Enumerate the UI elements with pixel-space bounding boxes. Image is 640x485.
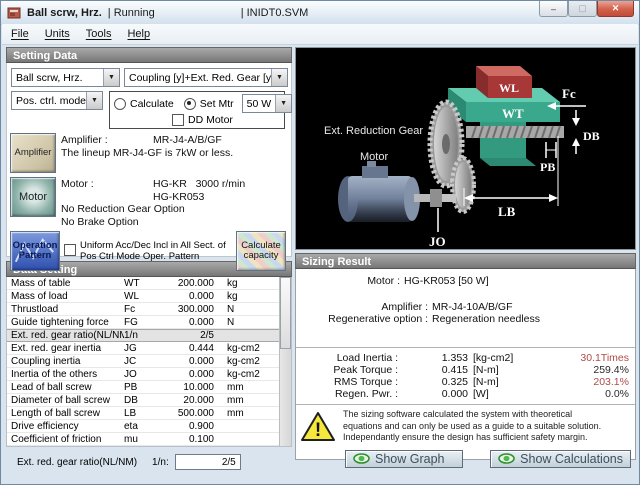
calculate-capacity-button[interactable]: Calculate capacity (236, 231, 286, 271)
control-mode-dropdown[interactable]: Pos. ctrl. mode ▼ (11, 91, 103, 110)
app-window: Ball scrw, Hrz. | Running | INIDT0.SVM –… (0, 0, 640, 485)
menu-item[interactable]: Help (127, 28, 150, 40)
menu-item[interactable]: Tools (86, 28, 112, 40)
label-wt: WT (502, 106, 524, 121)
setting-data-body: Ball scrw, Hrz. ▼ Coupling [y]+Ext. Red.… (6, 63, 292, 257)
label-db: DB (583, 129, 600, 143)
gear-ratio-edit-symbol: 1/n: (152, 457, 169, 468)
dd-motor-checkbox[interactable] (172, 114, 184, 126)
table-row[interactable]: Lead of ball screw PB 10.000 mm (7, 381, 291, 394)
table-row[interactable]: Length of ball screw LB 500.000 mm (7, 407, 291, 420)
chevron-down-icon[interactable]: ▼ (271, 69, 287, 86)
sizing-result-body: Motor : HG-KR053 [50 W] Amplifier : MR-J… (295, 269, 636, 460)
warning-icon: ! (300, 411, 336, 442)
capacity-dropdown[interactable]: 50 W ▼ (242, 94, 293, 113)
gear-ratio-edit-label: Ext. red. gear ratio(NL/NM) (17, 457, 137, 468)
data-setting-table: Mass of table WT 200.000 kg Mass of load… (6, 277, 292, 447)
maximize-button[interactable]: ▢ (568, 1, 597, 17)
sizing-value-row: RMS Torque : 0.325 [N-m] 203.1% (296, 376, 635, 388)
amplifier-note: The lineup MR-J4-GF is 7kW or less. (61, 147, 233, 160)
menu-bar: File Units Tools Help (2, 24, 638, 45)
window-title: Ball scrw, Hrz. (27, 7, 102, 19)
warning-area: ! The sizing software calculated the sys… (296, 405, 635, 446)
amplifier-button[interactable]: Amplifier (10, 133, 56, 173)
label-fc: Fc (562, 86, 576, 101)
svg-text:!: ! (315, 420, 321, 441)
label-jo: JO (429, 234, 446, 249)
label-ext-reduction-gear: Ext. Reduction Gear (324, 125, 423, 137)
warning-text: The sizing software calculated the syste… (343, 409, 601, 444)
motor-info: Motor : HG-KR 3000 r/min HG-KR053 No Red… (61, 177, 245, 228)
ratio-value: 259.4% (559, 364, 635, 376)
menu-item[interactable]: Units (45, 28, 70, 40)
window-status: | Running (108, 7, 155, 19)
label-motor: Motor (360, 151, 388, 163)
setting-panel: Setting Data Ball scrw, Hrz. ▼ Coupling … (6, 47, 292, 459)
mechanism-diagram: Ext. Reduction Gear Motor WL WT Fc DB PB… (295, 47, 636, 250)
table-scrollbar[interactable] (279, 277, 291, 446)
table-row[interactable]: Mass of load WL 0.000 kg (7, 290, 291, 303)
sizing-value-row: Load Inertia : 1.353 [kg-cm2] 30.1Times (296, 352, 635, 364)
motor-note-1: No Reduction Gear Option (61, 203, 245, 216)
table-row[interactable]: Guide tightening force FG 0.000 N (7, 316, 291, 329)
motor-model: HG-KR053 (61, 191, 245, 204)
table-row[interactable]: Inertia of the others JO 0.000 kg-cm2 (7, 368, 291, 381)
result-regenerative-option: Regeneration needless (428, 313, 540, 325)
title-bar[interactable]: Ball scrw, Hrz. | Running | INIDT0.SVM –… (1, 1, 639, 25)
label-lb: LB (498, 204, 516, 219)
show-calculations-button[interactable]: Show Calculations (490, 450, 631, 468)
chevron-down-icon[interactable]: ▼ (103, 69, 119, 86)
chevron-down-icon[interactable]: ▼ (86, 92, 102, 109)
sizing-value-row: Regen. Pwr. : 0.000 [W] 0.0% (296, 388, 635, 400)
table-row[interactable]: Coefficient of friction mu 0.100 (7, 433, 291, 446)
ball-screw-illustration: Ext. Reduction Gear Motor WL WT Fc DB PB… (296, 48, 635, 249)
ratio-value: 203.1% (559, 376, 635, 388)
set-mtr-radio[interactable] (184, 98, 196, 110)
table-row[interactable]: Diameter of ball screw DB 20.000 mm (7, 394, 291, 407)
label-pb: PB (540, 160, 555, 174)
window-filename: | INIDT0.SVM (241, 7, 309, 19)
close-button[interactable]: ✕ (597, 1, 634, 17)
scrollbar-thumb[interactable] (280, 277, 291, 349)
sizing-result-header: Sizing Result (295, 253, 636, 269)
eye-icon (498, 453, 515, 464)
sizing-value-row: Peak Torque : 0.415 [N-m] 259.4% (296, 364, 635, 376)
eye-icon (353, 453, 370, 464)
amplifier-model: MR-J4-A/B/GF (153, 134, 222, 147)
motor-button[interactable]: Motor (10, 177, 56, 217)
calculate-radio[interactable] (114, 98, 126, 110)
sizing-values: Load Inertia : 1.353 [kg-cm2] 30.1Times … (296, 347, 635, 405)
result-motor: HG-KR053 [50 W] (400, 275, 489, 287)
table-row[interactable]: Coupling inertia JC 0.000 kg-cm2 (7, 355, 291, 368)
uniform-accdec-checkbox[interactable] (64, 244, 76, 256)
table-row[interactable]: Ext. red. gear inertia JG 0.444 kg-cm2 (7, 342, 291, 355)
mechanism-dropdown[interactable]: Ball scrw, Hrz. ▼ (11, 68, 120, 87)
capacity-groupbox: Calculate Set Mtr 50 W ▼ DD Motor (109, 91, 285, 129)
app-icon (7, 6, 22, 20)
show-graph-button[interactable]: Show Graph (345, 450, 463, 468)
motor-note-2: No Brake Option (61, 216, 245, 229)
minimize-button[interactable]: – (539, 1, 568, 17)
motor-series: HG-KR 3000 r/min (153, 178, 245, 191)
result-amplifier: MR-J4-10A/B/GF (428, 301, 513, 313)
chevron-down-icon[interactable]: ▼ (275, 95, 291, 112)
ratio-value: 30.1Times (559, 352, 635, 364)
setting-data-header: Setting Data (6, 47, 292, 63)
table-row[interactable]: Drive efficiency eta 0.900 (7, 420, 291, 433)
label-wl: WL (499, 81, 519, 95)
gear-ratio-input[interactable] (175, 454, 241, 470)
result-panel: Ext. Reduction Gear Motor WL WT Fc DB PB… (295, 47, 636, 461)
ratio-value: 0.0% (559, 388, 635, 400)
table-row[interactable]: Mass of table WT 200.000 kg (7, 277, 291, 290)
operation-pattern-button[interactable]: Operation Pattern (10, 231, 60, 271)
gear-ratio-edit-row: Ext. red. gear ratio(NL/NM) 1/n: (6, 454, 292, 470)
table-row[interactable]: Thrustload Fc 300.000 N (7, 303, 291, 316)
menu-item[interactable]: File (11, 28, 29, 40)
coupling-dropdown[interactable]: Coupling [y]+Ext. Red. Gear [y] ▼ (124, 68, 288, 87)
table-row[interactable]: Ext. red. gear ratio(NL/NM) 1/n 2/5 (7, 329, 291, 342)
amplifier-info: Amplifier : MR-J4-A/B/GF The lineup MR-J… (61, 133, 233, 159)
